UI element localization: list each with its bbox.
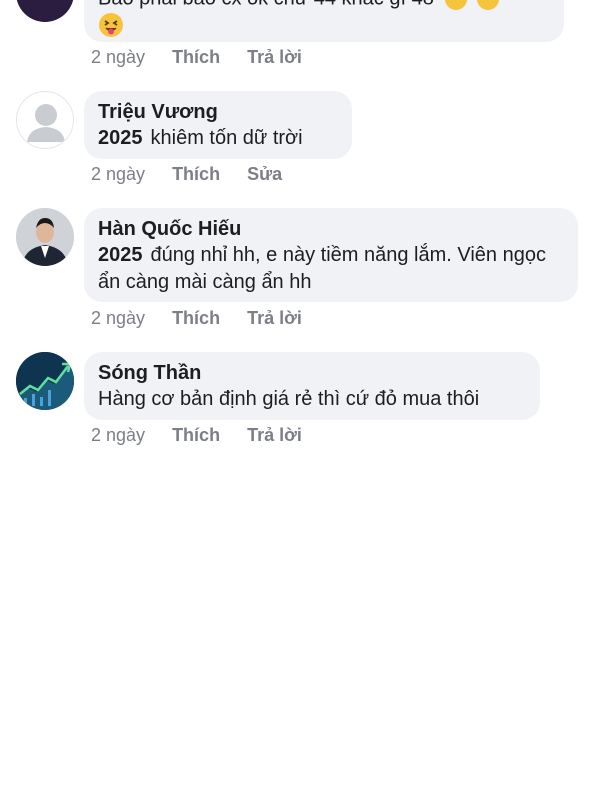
comment-text-value: đúng nhỉ hh, e này tiềm năng lắm. Viên n… <box>98 244 546 293</box>
reply-button[interactable]: Trả lời <box>247 47 302 67</box>
like-button[interactable]: Thích <box>172 164 220 184</box>
comment-author[interactable]: Sóng Thần <box>98 360 526 386</box>
comment-text-value: khiêm tốn dữ trời <box>150 127 303 149</box>
comment-author[interactable]: Triệu Vương <box>98 99 338 125</box>
comment-time: 2 ngày <box>91 425 146 445</box>
avatar[interactable] <box>16 208 74 266</box>
tongue-emoji-icon <box>476 0 499 10</box>
comment-text: Hàng cơ bản định giá rẻ thì cứ đỏ mua th… <box>98 388 480 410</box>
comment-text-value: Bảo phải bảo cx ok chứ 44 khác gì 48 <box>98 0 434 9</box>
like-button[interactable]: Thích <box>172 308 220 328</box>
comment-bubble: Triệu Vương 2025 khiêm tốn dữ trời <box>84 91 352 159</box>
comment-bubble: Sóng Thần Hàng cơ bản định giá rẻ thì cứ… <box>84 352 540 420</box>
avatar[interactable] <box>16 352 74 410</box>
comment-actions: 2 ngày Thích Sửa <box>91 163 304 185</box>
comment-tag: 2025 <box>98 244 143 266</box>
comment-text: 2025 đúng nhỉ hh, e này tiềm năng lắm. Vi… <box>98 242 564 296</box>
comment-text: Bảo phải bảo cx ok chứ 44 khác gì 48 <box>98 0 550 10</box>
default-avatar-icon[interactable] <box>16 91 74 149</box>
avatar[interactable] <box>16 0 74 22</box>
comment-time: 2 ngày <box>91 308 146 328</box>
reply-button[interactable]: Trả lời <box>247 308 302 328</box>
like-button[interactable]: Thích <box>172 47 220 67</box>
tongue-emoji-icon <box>99 13 123 37</box>
like-button[interactable]: Thích <box>172 425 220 445</box>
comment-bubble: Hàn Quốc Hiếu 2025 đúng nhỉ hh, e này tiề… <box>84 208 578 302</box>
comment-actions: 2 ngày Thích Trả lời <box>91 424 324 446</box>
emoji-line <box>98 12 550 43</box>
tongue-emoji-icon <box>445 0 468 10</box>
comment-time: 2 ngày <box>91 47 146 67</box>
comment-actions: 2 ngày Thích Trả lời <box>91 46 324 68</box>
comment-author[interactable]: Hàn Quốc Hiếu <box>98 216 564 242</box>
comment-tag: 2025 <box>98 127 143 149</box>
reply-button[interactable]: Trả lời <box>247 425 302 445</box>
comment-bubble: Bảo phải bảo cx ok chứ 44 khác gì 48 <box>84 0 564 42</box>
edit-button[interactable]: Sửa <box>247 164 282 184</box>
comment-time: 2 ngày <box>91 164 146 184</box>
comment-actions: 2 ngày Thích Trả lời <box>91 307 324 329</box>
comment-text: 2025 khiêm tốn dữ trời <box>98 125 338 152</box>
